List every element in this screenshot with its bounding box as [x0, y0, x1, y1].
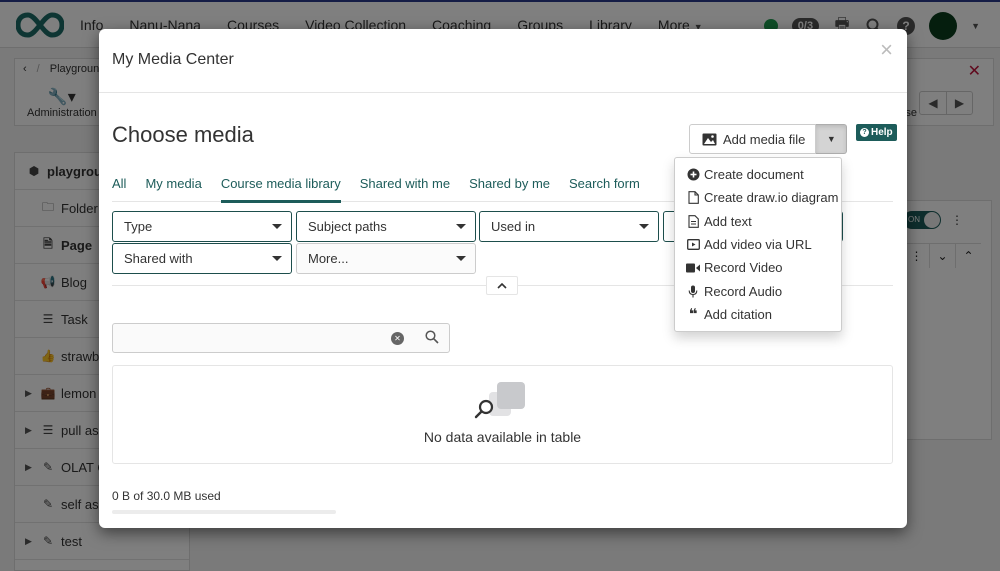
- add-media-button-group: Add media file ▼: [689, 124, 848, 154]
- menu-item-add-text[interactable]: Add text: [675, 210, 841, 233]
- menu-item-label: Create document: [704, 167, 804, 183]
- menu-item-record-video[interactable]: Record Video: [675, 256, 841, 279]
- page-title: Choose media: [112, 122, 254, 147]
- menu-item-create-drawio-diagram[interactable]: Create draw.io diagram: [675, 186, 841, 209]
- add-media-file-label: Add media file: [723, 131, 806, 147]
- video-url-icon: [686, 238, 700, 252]
- clear-search-icon[interactable]: ✕: [391, 332, 404, 345]
- menu-item-label: Create draw.io diagram: [704, 190, 839, 206]
- filter-subject-paths[interactable]: Subject paths: [296, 211, 476, 242]
- microphone-icon: [686, 284, 700, 298]
- collapse-filters-button[interactable]: [486, 276, 518, 295]
- menu-item-label: Add text: [704, 213, 752, 229]
- caret-down-icon: [639, 224, 649, 229]
- empty-table-message: No data available in table: [423, 429, 582, 445]
- filter-label: Shared with: [124, 251, 193, 266]
- add-media-dropdown-toggle[interactable]: ▼: [816, 124, 848, 154]
- file-text-icon: [686, 214, 700, 228]
- filter-label: Used in: [491, 219, 536, 234]
- caret-down-icon: [272, 256, 282, 261]
- help-label: Help: [871, 127, 893, 138]
- tab-search-form[interactable]: Search form: [569, 171, 640, 202]
- menu-item-add-citation[interactable]: ❝ Add citation: [675, 303, 841, 326]
- close-icon[interactable]: ×: [880, 39, 893, 61]
- caret-down-icon: ▼: [826, 134, 836, 144]
- question-circle-icon: ?: [860, 128, 869, 137]
- image-icon: [702, 133, 717, 145]
- menu-item-label: Add citation: [704, 306, 772, 322]
- caret-down-icon: [456, 256, 466, 261]
- filter-used-in[interactable]: Used in: [479, 211, 659, 242]
- caret-down-icon: [456, 224, 466, 229]
- menu-item-label: Record Audio: [704, 283, 783, 299]
- tab-course-media-library[interactable]: Course media library: [220, 171, 341, 203]
- filter-shared-with[interactable]: Shared with: [112, 243, 292, 274]
- quota-progress-bar: [112, 510, 336, 514]
- filter-label: More...: [308, 251, 349, 266]
- search-input[interactable]: ✕: [112, 323, 450, 353]
- filter-label: Subject paths: [308, 219, 387, 234]
- help-button[interactable]: ? Help: [856, 124, 897, 141]
- tab-shared-with-me[interactable]: Shared with me: [360, 171, 450, 202]
- menu-item-add-video-via-url[interactable]: Add video via URL: [675, 233, 841, 256]
- add-media-dropdown-menu: Create document Create draw.io diagram A…: [674, 157, 842, 333]
- video-camera-icon: [686, 261, 700, 275]
- tab-all[interactable]: All: [112, 171, 126, 202]
- caret-down-icon: [272, 224, 282, 229]
- no-data-icon: [474, 382, 525, 419]
- chevron-up-icon: [497, 282, 507, 289]
- search-icon[interactable]: [425, 330, 439, 344]
- tab-shared-by-me[interactable]: Shared by me: [469, 171, 550, 202]
- filter-label: Type: [124, 219, 153, 234]
- menu-item-create-document[interactable]: Create document: [675, 163, 841, 186]
- quota-text: 0 B of 30.0 MB used: [112, 489, 221, 503]
- menu-item-label: Record Video: [704, 260, 783, 276]
- add-media-file-button[interactable]: Add media file: [689, 124, 817, 154]
- menu-item-record-audio[interactable]: Record Audio: [675, 279, 841, 302]
- tab-my-media[interactable]: My media: [145, 171, 201, 202]
- menu-item-label: Add video via URL: [704, 237, 812, 253]
- search-field[interactable]: [113, 324, 383, 352]
- filter-more[interactable]: More...: [296, 243, 476, 274]
- filter-type[interactable]: Type: [112, 211, 292, 242]
- modal-header: My Media Center ×: [99, 29, 907, 93]
- plus-circle-icon: [686, 168, 700, 182]
- file-outline-icon: [686, 191, 700, 205]
- media-table: No data available in table: [112, 365, 893, 464]
- modal-title: My Media Center: [112, 51, 234, 68]
- quote-icon: ❝: [688, 305, 698, 323]
